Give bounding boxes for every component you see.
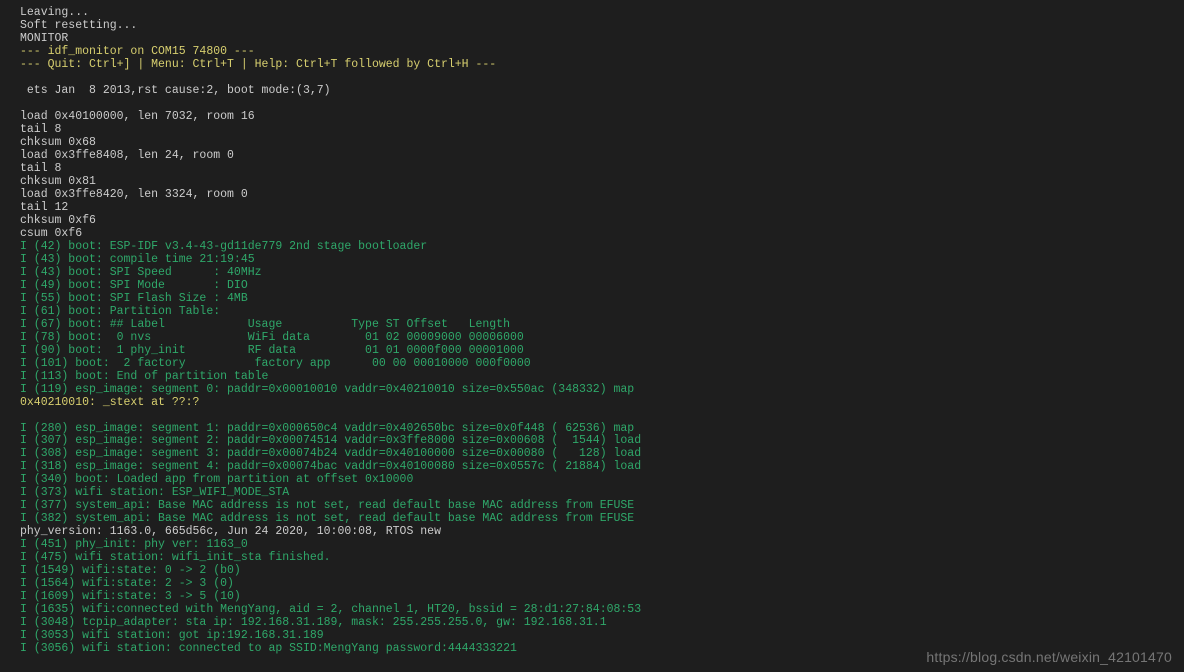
terminal-line: I (318) esp_image: segment 4: paddr=0x00…: [20, 460, 1184, 473]
terminal-line: I (280) esp_image: segment 1: paddr=0x00…: [20, 422, 1184, 435]
terminal-line: [20, 71, 1184, 84]
terminal-line: I (1564) wifi:state: 2 -> 3 (0): [20, 577, 1184, 590]
terminal-line: I (1549) wifi:state: 0 -> 2 (b0): [20, 564, 1184, 577]
terminal-line: I (55) boot: SPI Flash Size : 4MB: [20, 292, 1184, 305]
terminal-line: --- idf_monitor on COM15 74800 ---: [20, 45, 1184, 58]
terminal-line: phy_version: 1163.0, 665d56c, Jun 24 202…: [20, 525, 1184, 538]
terminal-line: I (340) boot: Loaded app from partition …: [20, 473, 1184, 486]
terminal-line: I (475) wifi station: wifi_init_sta fini…: [20, 551, 1184, 564]
terminal-line: I (78) boot: 0 nvs WiFi data 01 02 00009…: [20, 331, 1184, 344]
terminal-line: I (1609) wifi:state: 3 -> 5 (10): [20, 590, 1184, 603]
terminal-line: I (42) boot: ESP-IDF v3.4-43-gd11de779 2…: [20, 240, 1184, 253]
terminal-line: load 0x3ffe8420, len 3324, room 0: [20, 188, 1184, 201]
terminal-line: I (119) esp_image: segment 0: paddr=0x00…: [20, 383, 1184, 396]
terminal-line: load 0x40100000, len 7032, room 16: [20, 110, 1184, 123]
terminal-line: I (61) boot: Partition Table:: [20, 305, 1184, 318]
terminal-line: I (1635) wifi:connected with MengYang, a…: [20, 603, 1184, 616]
terminal-line: I (113) boot: End of partition table: [20, 370, 1184, 383]
terminal-line: I (3048) tcpip_adapter: sta ip: 192.168.…: [20, 616, 1184, 629]
watermark-text: https://blog.csdn.net/weixin_42101470: [926, 650, 1172, 666]
terminal-line: I (3053) wifi station: got ip:192.168.31…: [20, 629, 1184, 642]
terminal-output[interactable]: Leaving...Soft resetting...MONITOR--- id…: [20, 6, 1184, 655]
terminal-line: MONITOR: [20, 32, 1184, 45]
terminal-line: ets Jan 8 2013,rst cause:2, boot mode:(3…: [20, 84, 1184, 97]
terminal-line: I (101) boot: 2 factory factory app 00 0…: [20, 357, 1184, 370]
terminal-line: Leaving...: [20, 6, 1184, 19]
terminal-line: 0x40210010: _stext at ??:?: [20, 396, 1184, 409]
terminal-line: I (451) phy_init: phy ver: 1163_0: [20, 538, 1184, 551]
terminal-line: I (373) wifi station: ESP_WIFI_MODE_STA: [20, 486, 1184, 499]
terminal-line: I (90) boot: 1 phy_init RF data 01 01 00…: [20, 344, 1184, 357]
terminal-line: load 0x3ffe8408, len 24, room 0: [20, 149, 1184, 162]
terminal-line: chksum 0x81: [20, 175, 1184, 188]
terminal-line: chksum 0xf6: [20, 214, 1184, 227]
terminal-line: csum 0xf6: [20, 227, 1184, 240]
terminal-line: tail 8: [20, 123, 1184, 136]
terminal-line: I (67) boot: ## Label Usage Type ST Offs…: [20, 318, 1184, 331]
terminal-line: I (307) esp_image: segment 2: paddr=0x00…: [20, 434, 1184, 447]
terminal-line: I (49) boot: SPI Mode : DIO: [20, 279, 1184, 292]
terminal-line: I (43) boot: SPI Speed : 40MHz: [20, 266, 1184, 279]
terminal-line: I (377) system_api: Base MAC address is …: [20, 499, 1184, 512]
terminal-line: I (382) system_api: Base MAC address is …: [20, 512, 1184, 525]
terminal-line: [20, 409, 1184, 422]
terminal-line: I (43) boot: compile time 21:19:45: [20, 253, 1184, 266]
terminal-line: tail 8: [20, 162, 1184, 175]
terminal-line: Soft resetting...: [20, 19, 1184, 32]
terminal-line: chksum 0x68: [20, 136, 1184, 149]
terminal-line: --- Quit: Ctrl+] | Menu: Ctrl+T | Help: …: [20, 58, 1184, 71]
terminal-line: I (308) esp_image: segment 3: paddr=0x00…: [20, 447, 1184, 460]
terminal-line: [20, 97, 1184, 110]
terminal-line: tail 12: [20, 201, 1184, 214]
